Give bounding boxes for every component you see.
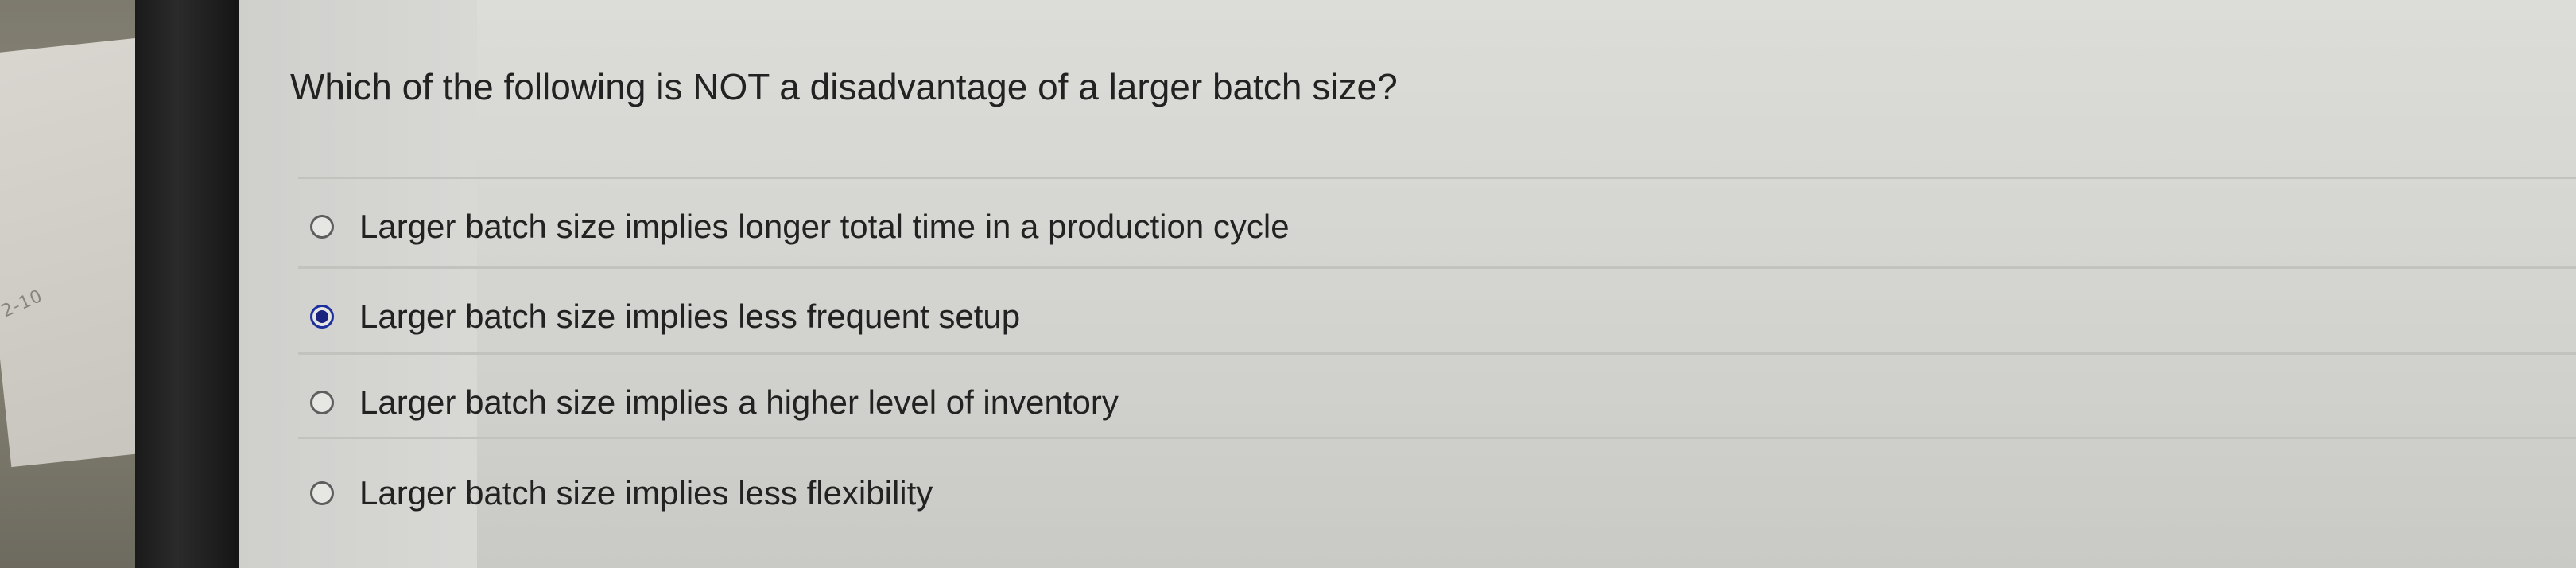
divider (298, 437, 2576, 439)
option-label-1: Larger batch size implies longer total t… (359, 208, 1290, 245)
radio-button-2[interactable] (310, 305, 334, 329)
divider (298, 177, 2576, 179)
answer-option-4[interactable]: Larger batch size implies less flexibili… (310, 461, 2139, 525)
radio-button-3[interactable] (310, 391, 334, 414)
answer-option-3[interactable]: Larger batch size implies a higher level… (310, 371, 2139, 434)
divider (298, 352, 2576, 355)
monitor-bezel (135, 0, 242, 568)
answer-option-1[interactable]: Larger batch size implies longer total t… (310, 195, 2139, 259)
divider (298, 266, 2576, 269)
answer-option-2[interactable]: Larger batch size implies less frequent … (310, 285, 2139, 348)
radio-button-4[interactable] (310, 481, 334, 505)
question-text: Which of the following is NOT a disadvan… (290, 66, 1398, 107)
radio-button-1[interactable] (310, 215, 334, 239)
option-label-2: Larger batch size implies less frequent … (359, 298, 1021, 335)
option-label-3: Larger batch size implies a higher level… (359, 383, 1119, 421)
option-label-4: Larger batch size implies less flexibili… (359, 474, 933, 512)
paper-note: 2-10 (0, 286, 46, 322)
